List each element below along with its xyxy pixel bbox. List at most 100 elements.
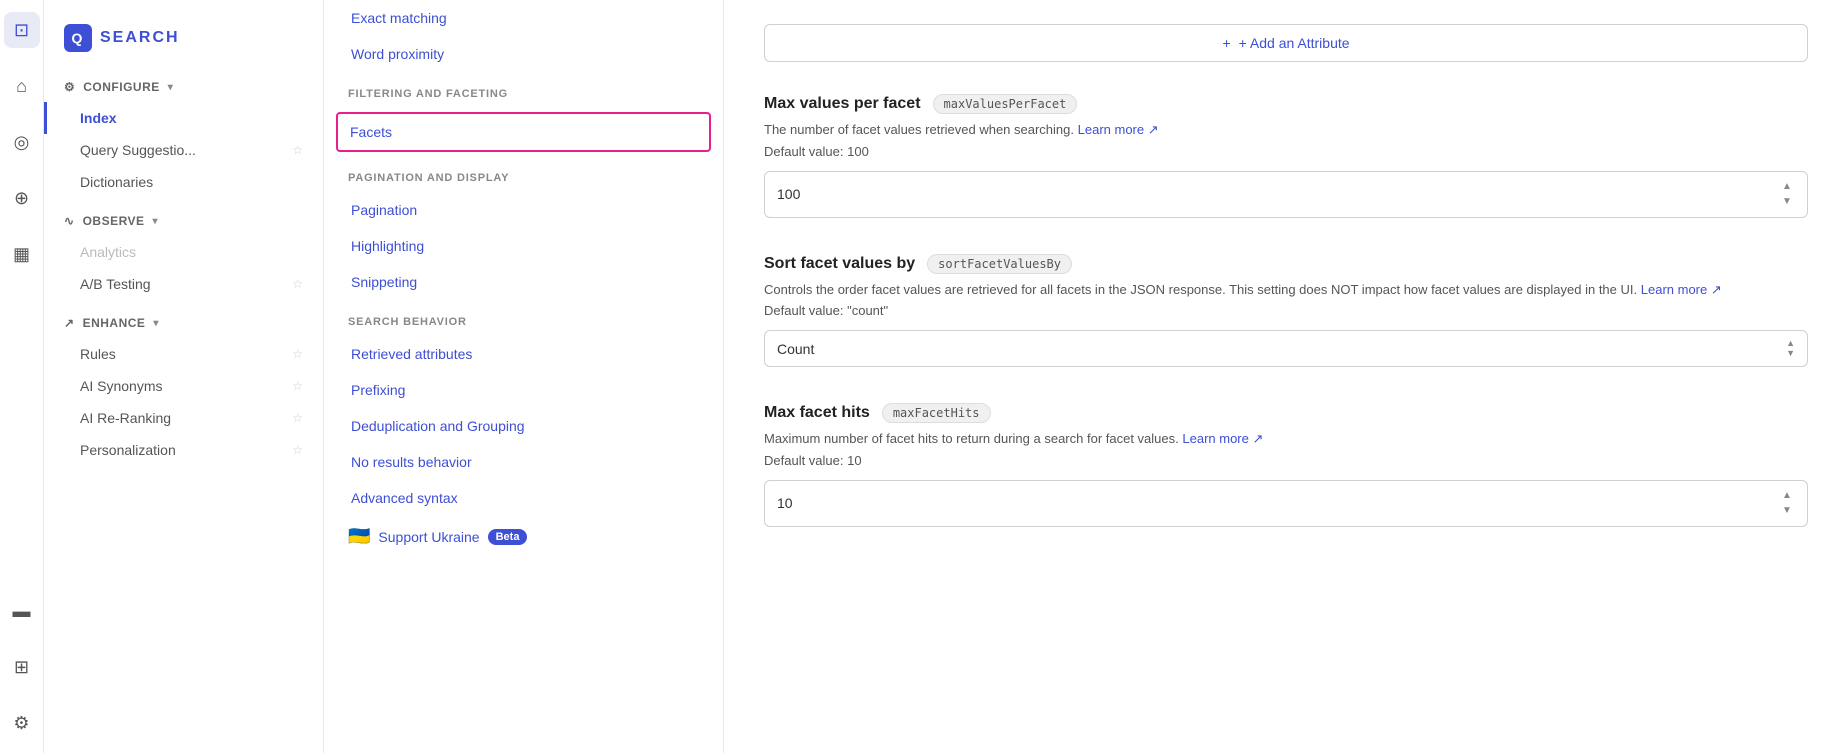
nav-item-highlighting[interactable]: Highlighting <box>324 228 723 264</box>
enhance-label: ENHANCE <box>83 316 146 330</box>
number-input-max-facet-hits[interactable]: 10 ▲ ▼ <box>764 480 1808 527</box>
nav-panel: Exact matching Word proximity FILTERING … <box>324 0 724 753</box>
support-ukraine-label: Support Ukraine <box>378 529 479 545</box>
setting-sort-facet-values: Sort facet values by sortFacetValuesBy C… <box>764 254 1808 368</box>
setting-title: Max facet hits <box>764 404 870 422</box>
nav-section-filtering: FILTERING AND FACETING <box>324 72 723 108</box>
nav-item-prefixing[interactable]: Prefixing <box>324 372 723 408</box>
chevron-down-icon: ▾ <box>168 82 174 93</box>
enhance-header[interactable]: ↗ ENHANCE ▾ <box>44 308 323 338</box>
ukraine-flag-icon: 🇺🇦 <box>348 526 370 547</box>
setting-default: Default value: 100 <box>764 144 1808 159</box>
setting-desc: Maximum number of facet hits to return d… <box>764 429 1808 449</box>
icon-bar-db[interactable]: ⊞ <box>4 649 40 685</box>
star-icon[interactable]: ☆ <box>292 143 303 157</box>
enhance-section: ↗ ENHANCE ▾ Rules ☆ AI Synonyms ☆ AI Re-… <box>44 308 323 466</box>
brand: Q SEARCH <box>44 16 323 72</box>
beta-badge: Beta <box>488 529 528 545</box>
number-input-max-values[interactable]: 100 ▲ ▼ <box>764 171 1808 218</box>
star-icon[interactable]: ☆ <box>292 379 303 393</box>
setting-default: Default value: "count" <box>764 303 1808 318</box>
icon-bar-home[interactable]: ⌂ <box>4 68 40 104</box>
icon-bar-search[interactable]: ⊡ <box>4 12 40 48</box>
nav-item-deduplication[interactable]: Deduplication and Grouping <box>324 408 723 444</box>
sidebar-item-index[interactable]: Index <box>44 102 323 134</box>
nav-item-exact-matching[interactable]: Exact matching <box>324 0 723 36</box>
sidebar: Q SEARCH ⚙ CONFIGURE ▾ Index Query Sugge… <box>44 0 324 753</box>
add-attribute-button[interactable]: + + Add an Attribute <box>764 24 1808 62</box>
select-sort-facet[interactable]: Count ▲ ▼ <box>764 330 1808 367</box>
star-icon[interactable]: ☆ <box>292 443 303 457</box>
setting-title-row: Max facet hits maxFacetHits <box>764 403 1808 423</box>
learn-more-link[interactable]: Learn more ↗ <box>1641 282 1722 297</box>
setting-title: Max values per facet <box>764 95 921 113</box>
sidebar-item-query-suggestions[interactable]: Query Suggestio... ☆ <box>44 134 323 166</box>
sidebar-item-analytics[interactable]: Analytics <box>44 236 323 268</box>
setting-badge: sortFacetValuesBy <box>927 254 1072 274</box>
nav-item-facets[interactable]: Facets <box>336 112 711 152</box>
setting-title: Sort facet values by <box>764 255 915 273</box>
chevron-down-icon: ▼ <box>1786 349 1795 358</box>
setting-badge: maxFacetHits <box>882 403 991 423</box>
observe-header[interactable]: ∿ OBSERVE ▾ <box>44 206 323 236</box>
brand-icon: Q <box>64 24 92 52</box>
nav-item-snippeting[interactable]: Snippeting <box>324 264 723 300</box>
nav-item-word-proximity[interactable]: Word proximity <box>324 36 723 72</box>
sidebar-item-ai-reranking[interactable]: AI Re-Ranking ☆ <box>44 402 323 434</box>
setting-desc: The number of facet values retrieved whe… <box>764 120 1808 140</box>
nav-item-support-ukraine[interactable]: 🇺🇦 Support Ukraine Beta <box>324 516 723 557</box>
brand-label: SEARCH <box>100 29 180 47</box>
number-spinners: ▲ ▼ <box>1779 489 1795 518</box>
star-icon[interactable]: ☆ <box>292 347 303 361</box>
spinner-up[interactable]: ▲ <box>1779 180 1795 194</box>
observe-section: ∿ OBSERVE ▾ Analytics A/B Testing ☆ <box>44 206 323 300</box>
setting-title-row: Sort facet values by sortFacetValuesBy <box>764 254 1808 274</box>
setting-max-values-per-facet: Max values per facet maxValuesPerFacet T… <box>764 94 1808 218</box>
nav-item-advanced-syntax[interactable]: Advanced syntax <box>324 480 723 516</box>
configure-label: CONFIGURE <box>83 80 160 94</box>
chevron-up-icon: ▲ <box>1786 339 1795 348</box>
sidebar-item-dictionaries[interactable]: Dictionaries <box>44 166 323 198</box>
sidebar-item-ai-synonyms[interactable]: AI Synonyms ☆ <box>44 370 323 402</box>
observe-icon: ∿ <box>64 214 75 228</box>
configure-header[interactable]: ⚙ CONFIGURE ▾ <box>44 72 323 102</box>
add-attribute-label: + Add an Attribute <box>1239 35 1350 51</box>
spinner-down[interactable]: ▼ <box>1779 195 1795 209</box>
setting-default: Default value: 10 <box>764 453 1808 468</box>
setting-max-facet-hits: Max facet hits maxFacetHits Maximum numb… <box>764 403 1808 527</box>
chevron-down-icon: ▾ <box>153 216 159 227</box>
setting-desc: Controls the order facet values are retr… <box>764 280 1808 300</box>
number-input-value: 100 <box>777 186 800 202</box>
nav-item-retrieved-attributes[interactable]: Retrieved attributes <box>324 336 723 372</box>
learn-more-link[interactable]: Learn more ↗ <box>1182 431 1263 446</box>
plus-icon: + <box>1222 35 1230 51</box>
select-arrows: ▲ ▼ <box>1786 339 1795 358</box>
icon-bar-settings[interactable]: ⚙ <box>4 705 40 741</box>
number-spinners: ▲ ▼ <box>1779 180 1795 209</box>
star-icon[interactable]: ☆ <box>292 277 303 291</box>
observe-label: OBSERVE <box>83 214 145 228</box>
sidebar-item-rules[interactable]: Rules ☆ <box>44 338 323 370</box>
select-value: Count <box>777 341 814 357</box>
nav-item-pagination[interactable]: Pagination <box>324 192 723 228</box>
spinner-up[interactable]: ▲ <box>1779 489 1795 503</box>
gear-icon: ⚙ <box>64 80 75 94</box>
nav-item-no-results[interactable]: No results behavior <box>324 444 723 480</box>
learn-more-link[interactable]: Learn more ↗ <box>1078 122 1159 137</box>
sidebar-item-ab-testing[interactable]: A/B Testing ☆ <box>44 268 323 300</box>
setting-badge: maxValuesPerFacet <box>933 94 1078 114</box>
icon-bar: ⊡ ⌂ ◎ ⊕ ▦ ▬ ⊞ ⚙ <box>0 0 44 753</box>
chevron-down-icon: ▾ <box>153 318 159 329</box>
nav-section-search-behavior: SEARCH BEHAVIOR <box>324 300 723 336</box>
enhance-icon: ↗ <box>64 316 75 330</box>
icon-bar-grid[interactable]: ▦ <box>4 236 40 272</box>
configure-section: ⚙ CONFIGURE ▾ Index Query Suggestio... ☆… <box>44 72 323 198</box>
sidebar-item-personalization[interactable]: Personalization ☆ <box>44 434 323 466</box>
icon-bar-bars[interactable]: ▬ <box>4 593 40 629</box>
icon-bar-add[interactable]: ⊕ <box>4 180 40 216</box>
star-icon[interactable]: ☆ <box>292 411 303 425</box>
icon-bar-explore[interactable]: ◎ <box>4 124 40 160</box>
nav-section-pagination: PAGINATION AND DISPLAY <box>324 156 723 192</box>
spinner-down[interactable]: ▼ <box>1779 504 1795 518</box>
main-content: + + Add an Attribute Max values per face… <box>724 0 1848 753</box>
